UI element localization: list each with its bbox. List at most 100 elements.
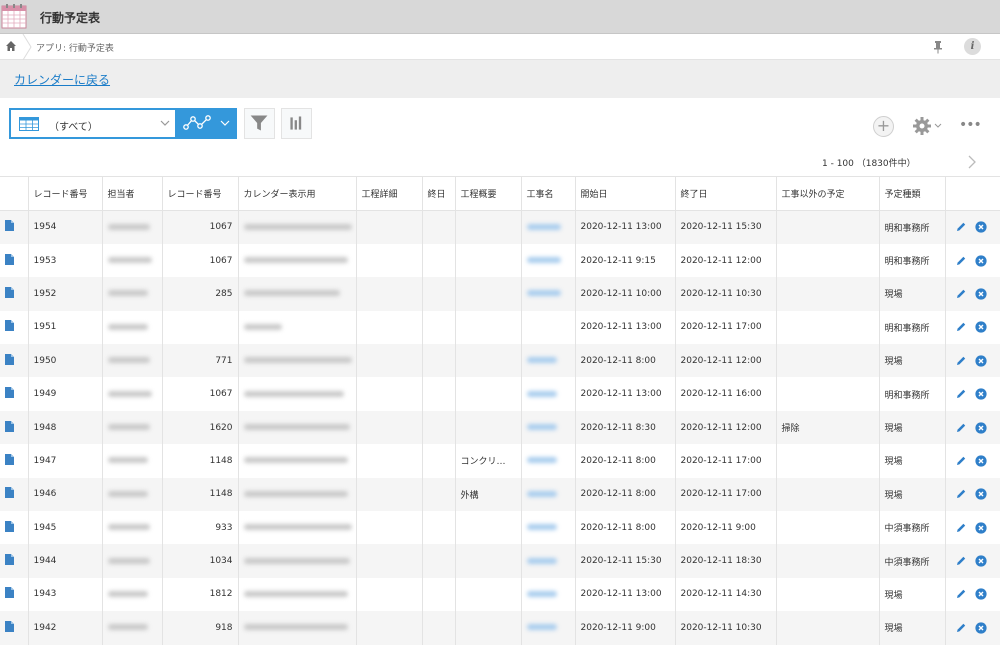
- edit-pencil-icon[interactable]: [955, 622, 967, 634]
- table-row[interactable]: 1946 1148 外構 2020-12-11 8:00 2020-12-11 …: [0, 477, 1000, 512]
- edit-pencil-icon[interactable]: [955, 388, 967, 400]
- column-header[interactable]: 予定種類: [878, 176, 945, 211]
- table-row[interactable]: 1951 2020-12-11 13:00 2020-12-11 17:00 明…: [0, 310, 1000, 345]
- table-row[interactable]: 1953 1067 2020-12-11 9:15 2020-12-11 12:…: [0, 243, 1000, 278]
- edit-pencil-icon[interactable]: [955, 288, 967, 300]
- add-record-icon[interactable]: +: [873, 116, 894, 137]
- table-row[interactable]: 1942 918 2020-12-11 9:00 2020-12-11 10:3…: [0, 611, 1000, 645]
- column-header[interactable]: 工程詳細: [355, 176, 422, 211]
- record-detail-icon[interactable]: [5, 387, 14, 399]
- calendar-display-cell: [237, 243, 356, 278]
- column-header[interactable]: 終日: [421, 176, 455, 211]
- table-row[interactable]: 1948 1620 2020-12-11 8:30 2020-12-11 12:…: [0, 410, 1000, 445]
- column-header[interactable]: 担当者: [101, 176, 162, 211]
- delete-icon[interactable]: [975, 321, 987, 333]
- column-header[interactable]: 工事以外の予定: [775, 176, 879, 211]
- delete-icon[interactable]: [975, 221, 987, 234]
- record-detail-icon[interactable]: [5, 353, 14, 365]
- table-row[interactable]: 1944 1034 2020-12-11 15:30 2020-12-11 18…: [0, 544, 1000, 578]
- table-row[interactable]: 1952 285 2020-12-11 10:00 2020-12-11 10:…: [0, 277, 1000, 311]
- delete-icon[interactable]: [975, 555, 987, 567]
- redacted-project-link[interactable]: [526, 590, 557, 597]
- record-detail-icon[interactable]: [5, 520, 14, 532]
- assignee-cell: [101, 611, 162, 645]
- gear-icon[interactable]: [911, 115, 933, 137]
- home-icon[interactable]: [4, 39, 18, 53]
- delete-icon[interactable]: [975, 288, 987, 300]
- redacted-project-link[interactable]: [526, 624, 557, 631]
- table-row[interactable]: 1950 771 2020-12-11 8:00 2020-12-11 12:0…: [0, 344, 1000, 378]
- column-header[interactable]: 工事名: [520, 176, 575, 211]
- start-date-cell: 2020-12-11 8:30: [574, 410, 675, 445]
- breadcrumb-app-link[interactable]: アプリ: 行動予定表: [36, 41, 114, 54]
- assignee-cell: [101, 243, 162, 278]
- column-header[interactable]: レコード番号: [161, 176, 238, 211]
- table-row[interactable]: 1943 1812 2020-12-11 13:00 2020-12-11 14…: [0, 577, 1000, 612]
- edit-pencil-icon[interactable]: [955, 488, 967, 500]
- record-detail-icon[interactable]: [5, 487, 14, 499]
- edit-pencil-icon[interactable]: [955, 588, 967, 600]
- edit-pencil-icon[interactable]: [955, 255, 967, 267]
- graph-summary-button[interactable]: [281, 108, 312, 139]
- delete-icon[interactable]: [975, 421, 987, 434]
- view-selector-dropdown[interactable]: （すべて）: [9, 108, 177, 139]
- back-to-calendar-link[interactable]: カレンダーに戻る: [14, 71, 110, 88]
- info-icon[interactable]: i: [964, 38, 981, 55]
- row-actions-cell: [944, 577, 1000, 612]
- redacted-project-link[interactable]: [526, 424, 557, 431]
- column-header[interactable]: 開始日: [574, 176, 675, 211]
- table-row[interactable]: 1954 1067 2020-12-11 13:00 2020-12-11 15…: [0, 210, 1000, 244]
- start-date-cell: 2020-12-11 13:00: [574, 377, 675, 411]
- view-selector-label: （すべて）: [49, 122, 98, 133]
- record-detail-icon[interactable]: [5, 220, 14, 232]
- record-detail-icon[interactable]: [5, 453, 14, 465]
- redacted-project-link[interactable]: [526, 524, 557, 531]
- edit-pencil-icon[interactable]: [955, 355, 967, 367]
- redacted-project-link[interactable]: [526, 257, 561, 264]
- edit-pencil-icon[interactable]: [955, 455, 967, 467]
- delete-icon[interactable]: [975, 355, 987, 367]
- delete-icon[interactable]: [975, 522, 987, 534]
- delete-icon[interactable]: [975, 388, 987, 400]
- edit-pencil-icon[interactable]: [955, 522, 967, 534]
- delete-icon[interactable]: [975, 254, 987, 267]
- table-row[interactable]: 1949 1067 2020-12-11 13:00 2020-12-11 16…: [0, 377, 1000, 411]
- record-detail-icon[interactable]: [5, 420, 14, 432]
- pin-icon[interactable]: [932, 39, 944, 55]
- delete-icon[interactable]: [975, 588, 987, 601]
- chevron-down-icon[interactable]: [934, 122, 942, 130]
- edit-pencil-icon[interactable]: [955, 321, 967, 333]
- redacted-project-link[interactable]: [526, 357, 557, 364]
- record-number-cell: 1148: [161, 477, 238, 512]
- edit-pencil-icon[interactable]: [955, 555, 967, 567]
- more-options-icon[interactable]: •••: [959, 118, 982, 132]
- column-header[interactable]: 終了日: [674, 176, 776, 211]
- redacted-project-link[interactable]: [526, 490, 557, 497]
- record-detail-icon[interactable]: [5, 253, 14, 265]
- record-detail-icon[interactable]: [5, 320, 14, 332]
- column-header[interactable]: カレンダー表示用: [237, 176, 356, 211]
- filter-button[interactable]: [244, 108, 275, 139]
- edit-pencil-icon[interactable]: [955, 422, 967, 434]
- other-schedule-cell: [775, 377, 879, 411]
- redacted-project-link[interactable]: [526, 290, 561, 297]
- table-row[interactable]: 1945 933 2020-12-11 8:00 2020-12-11 9:00…: [0, 511, 1000, 545]
- delete-icon[interactable]: [975, 622, 987, 634]
- column-header[interactable]: レコード番号: [27, 176, 102, 211]
- delete-icon[interactable]: [975, 455, 987, 467]
- calendar-display-cell: [237, 611, 356, 645]
- delete-icon[interactable]: [975, 488, 987, 500]
- table-row[interactable]: 1947 1148 コンクリ… 2020-12-11 8:00 2020-12-…: [0, 444, 1000, 478]
- edit-pencil-icon[interactable]: [955, 221, 967, 233]
- record-detail-icon[interactable]: [5, 554, 14, 566]
- record-detail-icon[interactable]: [5, 620, 14, 632]
- redacted-project-link[interactable]: [526, 223, 561, 230]
- column-header[interactable]: 工程概要: [454, 176, 521, 211]
- redacted-project-link[interactable]: [526, 457, 557, 464]
- record-detail-icon[interactable]: [5, 286, 14, 298]
- redacted-project-link[interactable]: [526, 390, 557, 397]
- chevron-right-icon[interactable]: [967, 155, 977, 169]
- redacted-project-link[interactable]: [526, 557, 557, 564]
- graph-select-button[interactable]: [177, 108, 237, 139]
- record-detail-icon[interactable]: [5, 587, 14, 599]
